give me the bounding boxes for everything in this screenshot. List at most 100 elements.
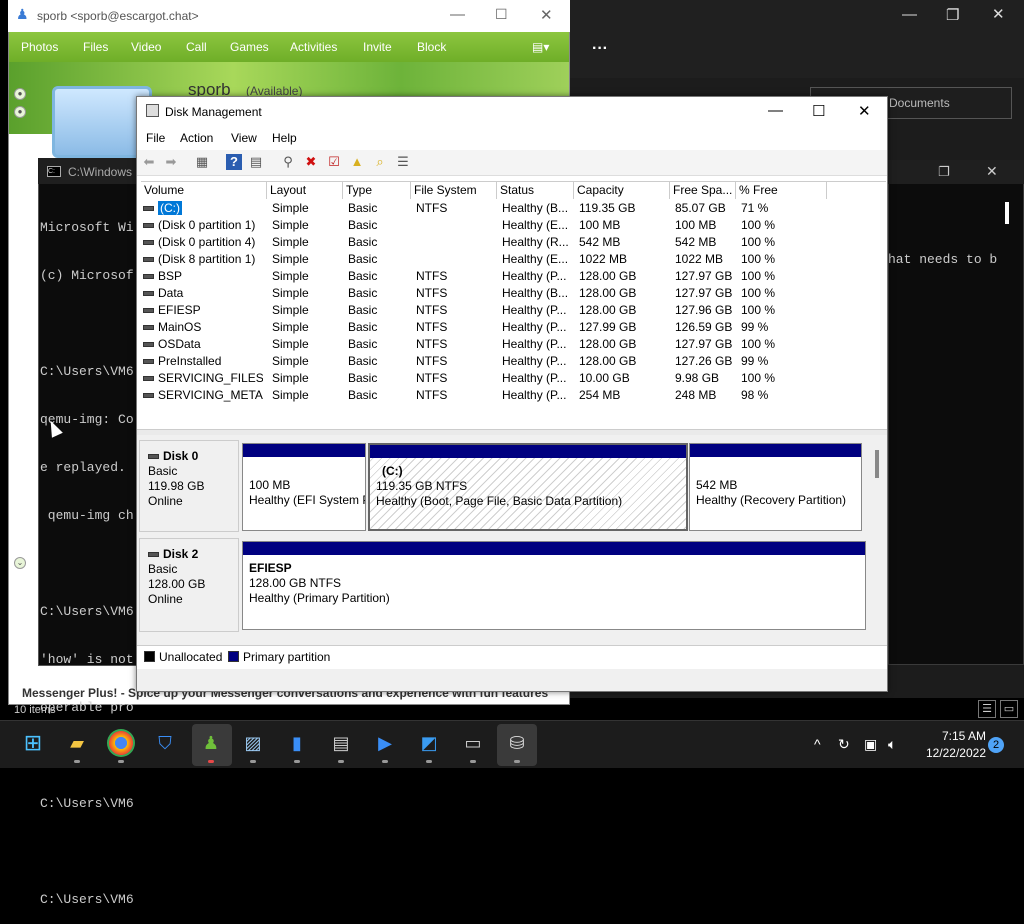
dm-menu-view[interactable]: View [231,131,257,145]
tray-volume-icon[interactable]: 🔈︎ [888,736,896,753]
start-windows-icon[interactable]: ⊞ [19,729,47,757]
tray-clock-date[interactable]: 12/22/2022 [912,746,986,760]
volume-row[interactable]: OSData Simple Basic NTFS Healthy (P... 128.00… [141,336,881,353]
dm-menu-action[interactable]: Action [180,131,213,145]
messenger-mic-icon[interactable]: ● [14,106,26,118]
volume-row[interactable]: (Disk 8 partition 1) Simple Basic Healthy (… [141,251,881,268]
image-viewer-icon[interactable]: ▨ [239,729,267,757]
messenger-expand-icon[interactable]: ⌄ [14,557,26,569]
disk-0-partition-1[interactable]: 100 MB Healthy (EFI System Partition) [242,443,366,531]
volume-row[interactable]: (Disk 0 partition 1) Simple Basic Healthy (… [141,217,881,234]
volume-row[interactable]: SERVICING_FILES Simple Basic NTFS Healthy (P… [141,370,881,387]
terminal-icon[interactable]: ▭ [459,729,487,757]
col-header-layout[interactable]: Layout [267,182,343,199]
back-arrow-icon[interactable]: ⬅ [141,154,157,170]
dm-menu-help[interactable]: Help [272,131,297,145]
chrome-icon[interactable] [107,729,135,757]
file-explorer-icon[interactable]: ▰ [63,729,91,757]
col-header-volume[interactable]: Volume [141,182,267,199]
volume-row[interactable]: SERVICING_META... Simple Basic NTFS Healthy … [141,387,881,404]
folder-up-icon[interactable]: ▲ [349,154,365,170]
volume-row[interactable]: (Disk 0 partition 4) Simple Basic Healthy (… [141,234,881,251]
volume-cell-fs: NTFS [416,388,448,402]
dm-close-icon[interactable]: ✕ [858,102,871,120]
terminal-2-scrollbar[interactable] [1005,202,1009,224]
tray-overflow-chevron-icon[interactable]: ^ [814,736,821,752]
volume-row[interactable]: PreInstalled Simple Basic NTFS Healthy (P...… [141,353,881,370]
volume-cell-status: Healthy (B... [502,286,569,300]
disk-0-label[interactable]: Disk 0 Basic 119.98 GB Online [139,440,239,532]
volume-row[interactable]: MainOS Simple Basic NTFS Healthy (P... 127.99… [141,319,881,336]
dm-menu-file[interactable]: File [146,131,165,145]
messenger-close-icon[interactable]: ✕ [540,6,553,24]
list-view-icon[interactable]: ☰ [395,154,411,170]
show-hide-console-tree-icon[interactable]: ▦ [194,154,210,170]
messenger-webcam-icon[interactable]: ● [14,88,26,100]
col-header-status[interactable]: Status [497,182,574,199]
explorer-restore-icon[interactable]: ❐ [946,6,959,24]
col-header-filesystem[interactable]: File System [411,182,497,199]
taskbar-running-indicator [208,760,214,763]
col-header-free-space[interactable]: Free Spa... [670,182,736,199]
dm-maximize-icon[interactable]: ☐ [812,102,825,120]
volume-row[interactable]: EFIESP Simple Basic NTFS Healthy (P... 128.00… [141,302,881,319]
disk-management-taskbar-icon[interactable]: ⛁ [503,729,531,757]
explorer-minimize-icon[interactable]: — [902,6,917,23]
details-view-icon[interactable]: ☰ [978,700,996,718]
photos-icon[interactable]: ◩ [415,729,443,757]
messenger-minimize-icon[interactable]: — [450,6,465,23]
messenger-menu-call[interactable]: Call [186,40,207,54]
media-player-icon[interactable]: ▶ [371,729,399,757]
connect-icon[interactable]: ⚲ [280,154,296,170]
volume-row[interactable]: (C:) Simple Basic NTFS Healthy (B... 119.35 G… [141,200,881,217]
security-shield-icon[interactable]: ⛉ [151,729,179,757]
messenger-menu-invite[interactable]: Invite [363,40,392,54]
terminal-2-restore-icon[interactable]: ❐ [938,164,950,180]
volume-cell-free: 1022 MB [675,252,724,266]
messenger-menu-photos[interactable]: Photos [21,40,58,54]
tiles-view-icon[interactable]: ▭ [1000,700,1018,718]
messenger-menu-block[interactable]: Block [417,40,446,54]
help-icon[interactable]: ? [226,154,242,170]
disk-0-partition-4[interactable]: 542 MB Healthy (Recovery Partition) [689,443,862,531]
volume-cell-status: Healthy (P... [502,269,567,283]
messenger-maximize-icon[interactable]: ☐ [495,6,508,23]
search-icon[interactable]: ⌕ [372,154,388,170]
col-header-type[interactable]: Type [343,182,411,199]
volume-row[interactable]: Data Simple Basic NTFS Healthy (B... 128.00 G… [141,285,881,302]
volume-cell-layout: Simple [272,235,309,249]
messenger-menu-activities[interactable]: Activities [290,40,337,54]
tray-sync-icon[interactable]: ↻ [838,736,850,753]
dm-minimize-icon[interactable]: — [768,102,783,119]
delete-icon[interactable]: ✖ [303,154,319,170]
tray-network-icon[interactable]: ▣ [864,736,877,753]
cmd-output[interactable]: Microsoft Wi (c) Microsof C:\Users\VM6 q… [40,188,136,924]
notification-badge[interactable]: 2 [988,737,1004,753]
messenger-menu-files[interactable]: Files [83,40,108,54]
col-header-percent-free[interactable]: % Free [736,182,827,199]
disk-2-partition-efiesp[interactable]: EFIESP 128.00 GB NTFS Healthy (Primary P… [242,541,866,630]
col-header-capacity[interactable]: Capacity [574,182,670,199]
messenger-menu-video[interactable]: Video [131,40,161,54]
properties-icon[interactable]: ▤ [248,154,264,170]
disk-view-scrollbar[interactable] [875,450,879,478]
volume-cell-volume: MainOS [143,319,263,336]
tray-clock-time[interactable]: 7:15 AM [932,729,986,743]
messenger-options-icon[interactable]: ▤▾ [532,40,549,54]
terminal-2-close-icon[interactable]: ✕ [986,163,998,180]
messenger-taskbar-icon[interactable]: ♟ [197,729,225,757]
taskbar-running-indicator [338,760,344,763]
document-app-icon[interactable]: ▮ [283,729,311,757]
notepad-icon[interactable]: ▤ [327,729,355,757]
disk-2-label[interactable]: Disk 2 Basic 128.00 GB Online [139,538,239,632]
explorer-close-icon[interactable]: ✕ [992,5,1005,23]
cmd-app-icon: C: [47,166,61,177]
volume-name: BSP [158,269,183,283]
volume-row[interactable]: BSP Simple Basic NTFS Healthy (P... 128.00 GB… [141,268,881,285]
forward-arrow-icon[interactable]: ➡ [163,154,179,170]
explorer-more-icon[interactable]: ··· [592,40,608,58]
disk-0-partition-c[interactable]: (C:) 119.35 GB NTFS Healthy (Boot, Page … [368,443,688,531]
messenger-menu-games[interactable]: Games [230,40,269,54]
check-icon[interactable]: ☑ [326,154,342,170]
volume-cell-volume: SERVICING_META... [143,387,263,404]
